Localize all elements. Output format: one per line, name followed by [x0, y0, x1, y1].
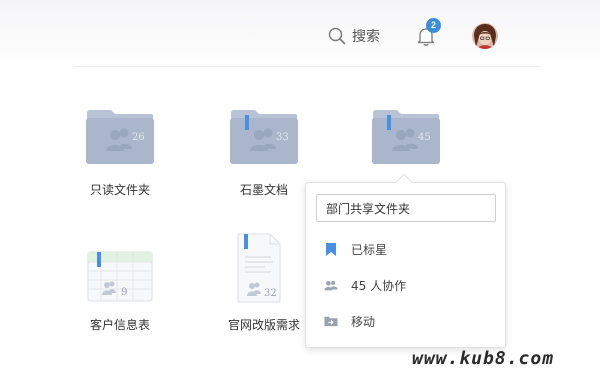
collaborator-count: 33 [276, 132, 289, 143]
folder-icon: 26 [86, 110, 154, 164]
folder-item[interactable]: 26 只读文件夹 [60, 105, 180, 205]
user-avatar[interactable] [472, 23, 498, 49]
menu-item-label: 45 人协作 [351, 278, 407, 293]
collaborator-count: 26 [132, 132, 145, 143]
search-icon [328, 27, 346, 45]
search-button[interactable]: 搜索 [328, 24, 380, 48]
rename-input[interactable] [316, 194, 496, 222]
menu-item-move[interactable]: 移动 [306, 306, 505, 336]
document-icon: 32 [237, 233, 281, 303]
people-icon [324, 278, 338, 292]
menu-item-label: 已标星 [351, 242, 388, 257]
watermark: www.kub8.com [412, 348, 555, 369]
spreadsheet-icon: 9 [87, 251, 153, 302]
collaborator-count: 32 [264, 288, 277, 299]
folder-icon: 33 [230, 110, 298, 164]
header-divider [75, 66, 540, 67]
item-label: 只读文件夹 [89, 183, 150, 197]
bookmark-icon [324, 242, 338, 256]
folder-icon: 45 [372, 110, 440, 164]
folder-item-selected[interactable]: 45 [346, 105, 466, 175]
spreadsheet-item[interactable]: 9 客户信息表 [60, 238, 180, 338]
move-folder-icon [324, 314, 338, 328]
menu-item-starred[interactable]: 已标星 [306, 234, 505, 264]
notification-badge: 2 [426, 18, 441, 33]
menu-item-label: 移动 [351, 314, 376, 329]
header-background [0, 0, 600, 70]
collaborator-count: 45 [418, 132, 431, 143]
search-label: 搜索 [352, 29, 380, 45]
item-popup-menu: 已标星 45 人协作 移动 [305, 182, 506, 348]
item-label: 客户信息表 [89, 318, 150, 332]
collaborator-count: 9 [121, 287, 127, 298]
menu-item-collaborators[interactable]: 45 人协作 [306, 270, 505, 300]
avatar-image [472, 23, 498, 49]
